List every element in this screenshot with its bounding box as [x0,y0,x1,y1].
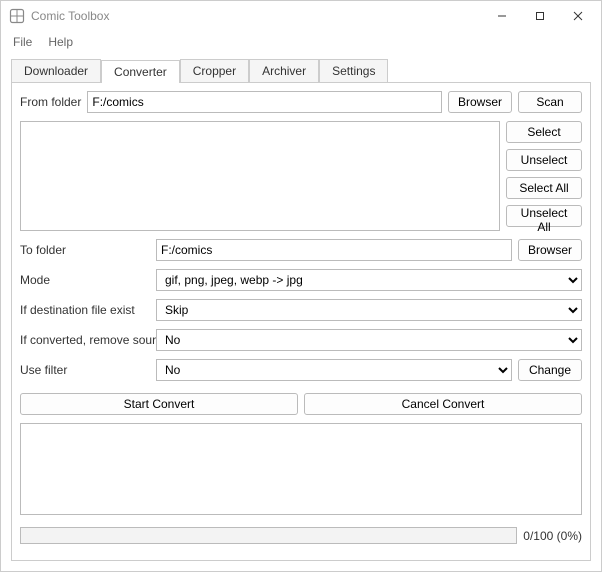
tab-strip: Downloader Converter Cropper Archiver Se… [11,59,591,82]
content-area: Downloader Converter Cropper Archiver Se… [1,53,601,571]
from-folder-label: From folder [20,95,81,109]
tab-settings[interactable]: Settings [319,59,388,82]
to-folder-label: To folder [20,243,150,257]
if-dest-row: If destination file exist Skip [20,299,582,321]
mode-row: Mode gif, png, jpeg, webp -> jpg [20,269,582,291]
progress-bar [20,527,517,544]
if-converted-row: If converted, remove source No [20,329,582,351]
unselect-button[interactable]: Unselect [506,149,582,171]
app-icon [9,8,25,24]
action-row: Start Convert Cancel Convert [20,393,582,415]
if-dest-select[interactable]: Skip [156,299,582,321]
file-listbox[interactable] [20,121,500,231]
from-browser-button[interactable]: Browser [448,91,512,113]
minimize-button[interactable] [483,2,521,30]
menubar: File Help [1,31,601,53]
use-filter-row: Use filter No Change [20,359,582,381]
from-folder-input[interactable] [87,91,442,113]
if-dest-label: If destination file exist [20,303,150,317]
titlebar: Comic Toolbox [1,1,601,31]
if-converted-label: If converted, remove source [20,333,150,347]
to-folder-input[interactable] [156,239,512,261]
to-folder-row: To folder Browser [20,239,582,261]
select-button[interactable]: Select [506,121,582,143]
from-folder-row: From folder Browser Scan [20,91,582,113]
tab-converter[interactable]: Converter [101,60,180,83]
file-list-row: Select Unselect Select All Unselect All [20,121,582,231]
start-convert-button[interactable]: Start Convert [20,393,298,415]
use-filter-label: Use filter [20,363,150,377]
menu-help[interactable]: Help [40,33,81,51]
tab-cropper[interactable]: Cropper [180,59,249,82]
select-all-button[interactable]: Select All [506,177,582,199]
mode-select[interactable]: gif, png, jpeg, webp -> jpg [156,269,582,291]
app-window: Comic Toolbox File Help Downloader Conve… [0,0,602,572]
menu-file[interactable]: File [5,33,40,51]
progress-text: 0/100 (0%) [523,529,582,543]
unselect-all-button[interactable]: Unselect All [506,205,582,227]
maximize-button[interactable] [521,2,559,30]
tab-body: From folder Browser Scan Select Unselect… [11,82,591,561]
window-title: Comic Toolbox [31,9,483,23]
tab-downloader[interactable]: Downloader [11,59,101,82]
log-output[interactable] [20,423,582,515]
tab-archiver[interactable]: Archiver [249,59,319,82]
close-button[interactable] [559,2,597,30]
mode-label: Mode [20,273,150,287]
use-filter-select[interactable]: No [156,359,512,381]
progress-row: 0/100 (0%) [20,527,582,544]
list-side-buttons: Select Unselect Select All Unselect All [506,121,582,231]
scan-button[interactable]: Scan [518,91,582,113]
change-filter-button[interactable]: Change [518,359,582,381]
to-browser-button[interactable]: Browser [518,239,582,261]
cancel-convert-button[interactable]: Cancel Convert [304,393,582,415]
if-converted-select[interactable]: No [156,329,582,351]
